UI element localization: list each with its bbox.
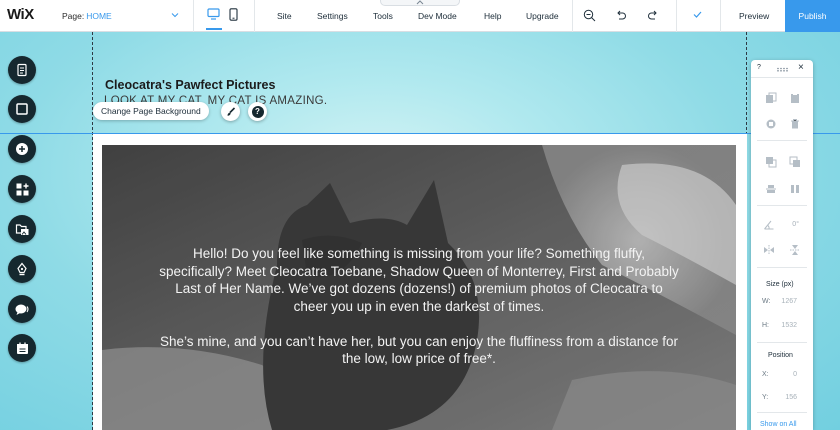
send-backward-icon[interactable] bbox=[789, 156, 801, 168]
chevron-down-icon[interactable] bbox=[170, 10, 180, 20]
rotation-value[interactable]: 0° bbox=[785, 221, 799, 228]
preview-button[interactable]: Preview bbox=[739, 11, 769, 21]
divider bbox=[254, 0, 255, 32]
undo-icon[interactable] bbox=[615, 9, 627, 21]
height-field[interactable]: 1532 bbox=[775, 322, 797, 329]
show-on-all-pages-toggle[interactable]: Show on All bbox=[760, 421, 797, 428]
background-button[interactable] bbox=[8, 95, 36, 123]
change-page-background-button[interactable]: Change Page Background bbox=[93, 102, 209, 120]
menu-dev-mode[interactable]: Dev Mode bbox=[418, 11, 457, 21]
menu-tools[interactable]: Tools bbox=[373, 11, 393, 21]
drag-handle-icon[interactable] bbox=[776, 67, 788, 72]
paste-icon[interactable] bbox=[789, 92, 801, 104]
help-icon: ? bbox=[251, 105, 264, 118]
add-apps-icon bbox=[16, 183, 28, 195]
intro-paragraph-2: She’s mine, and you can’t have her, but … bbox=[159, 333, 679, 367]
panel-help-icon[interactable]: ? bbox=[757, 64, 761, 71]
divider bbox=[572, 0, 573, 32]
arrange-panel: ? × 0° Size (px) W: 1267 H: 1532 Positio… bbox=[751, 60, 813, 430]
width-field[interactable]: 1267 bbox=[775, 298, 797, 305]
publish-button[interactable]: Publish bbox=[785, 0, 840, 32]
chat-icon bbox=[15, 304, 29, 315]
menu-settings[interactable]: Settings bbox=[317, 11, 348, 21]
divider bbox=[757, 205, 807, 206]
pages-button[interactable] bbox=[8, 56, 36, 84]
page-selector[interactable]: Page: HOME bbox=[62, 11, 112, 21]
match-size-icon[interactable] bbox=[789, 183, 801, 195]
menu-help[interactable]: Help bbox=[484, 11, 501, 21]
intro-text[interactable]: Hello! Do you feel like something is mis… bbox=[102, 245, 736, 368]
add-icon bbox=[16, 143, 28, 155]
media-button[interactable] bbox=[8, 215, 36, 243]
help-button[interactable]: ? bbox=[248, 102, 267, 121]
bring-forward-icon[interactable] bbox=[765, 156, 777, 168]
divider bbox=[757, 342, 807, 343]
x-field[interactable]: 0 bbox=[775, 371, 797, 378]
desktop-view-icon[interactable] bbox=[207, 8, 220, 20]
intro-paragraph-1: Hello! Do you feel like something is mis… bbox=[159, 246, 679, 314]
size-label: Size (px) bbox=[766, 281, 794, 288]
media-icon bbox=[15, 223, 28, 235]
hero-strip[interactable]: Hello! Do you feel like something is mis… bbox=[102, 145, 736, 430]
position-label: Position bbox=[768, 352, 793, 359]
pages-icon bbox=[17, 63, 27, 77]
background-icon bbox=[16, 103, 28, 115]
chevron-up-icon[interactable] bbox=[416, 0, 424, 5]
bookings-icon bbox=[16, 342, 28, 354]
divider bbox=[757, 267, 807, 268]
mobile-view-icon[interactable] bbox=[229, 8, 238, 21]
redo-icon[interactable] bbox=[647, 9, 659, 21]
divider bbox=[757, 140, 807, 141]
width-label: W: bbox=[762, 298, 771, 305]
page-value: HOME bbox=[86, 11, 112, 21]
design-button[interactable] bbox=[221, 102, 240, 121]
divider bbox=[193, 0, 194, 32]
menu-upgrade[interactable]: Upgrade bbox=[526, 11, 559, 21]
paint-brush-icon bbox=[227, 106, 235, 116]
menu-site[interactable]: Site bbox=[277, 11, 292, 21]
blog-button[interactable] bbox=[8, 255, 36, 283]
flip-vertical-icon[interactable] bbox=[789, 244, 801, 256]
divider bbox=[757, 412, 807, 413]
blog-icon bbox=[17, 262, 27, 275]
y-label: Y: bbox=[762, 394, 769, 401]
align-icon[interactable] bbox=[765, 183, 777, 195]
flip-horizontal-icon[interactable] bbox=[763, 244, 775, 256]
wix-logo: WiX bbox=[7, 6, 34, 23]
page-label: Page: bbox=[62, 11, 85, 21]
editor-top-bar: WiX Page: HOME Site Settings Tools Dev Mo… bbox=[0, 0, 840, 32]
y-field[interactable]: 156 bbox=[775, 394, 797, 401]
saved-check-icon bbox=[693, 11, 702, 18]
add-button[interactable] bbox=[8, 135, 36, 163]
chat-button[interactable] bbox=[8, 295, 36, 323]
rotate-icon bbox=[764, 220, 774, 230]
active-view-indicator bbox=[206, 28, 222, 30]
zoom-out-icon[interactable] bbox=[583, 9, 596, 22]
delete-icon[interactable] bbox=[789, 118, 801, 130]
height-label: H: bbox=[762, 322, 769, 329]
copy-icon[interactable] bbox=[765, 92, 777, 104]
bookings-button[interactable] bbox=[8, 334, 36, 362]
add-apps-button[interactable] bbox=[8, 175, 36, 203]
site-title[interactable]: Cleocatra's Pawfect Pictures bbox=[105, 78, 275, 92]
close-icon[interactable]: × bbox=[798, 63, 804, 73]
x-label: X: bbox=[762, 371, 769, 378]
divider bbox=[720, 0, 721, 32]
divider bbox=[676, 0, 677, 32]
duplicate-icon[interactable] bbox=[765, 118, 777, 130]
